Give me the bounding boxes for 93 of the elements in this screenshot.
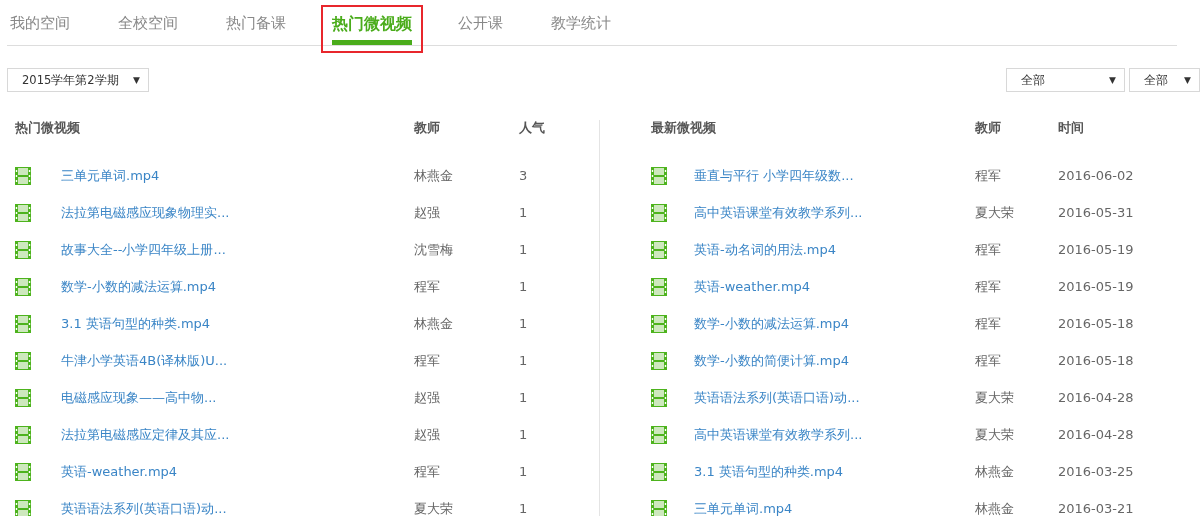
teacher-name: 程军 bbox=[975, 240, 1002, 259]
tab[interactable]: 我的空间 bbox=[10, 7, 70, 45]
view-count: 3 bbox=[519, 168, 528, 183]
film-icon bbox=[651, 314, 667, 333]
film-icon bbox=[651, 166, 667, 185]
tab[interactable]: 公开课 bbox=[458, 7, 503, 45]
upload-date: 2016-05-19 bbox=[1058, 242, 1134, 257]
film-icon bbox=[15, 203, 31, 222]
film-icon bbox=[651, 462, 667, 481]
upload-date: 2016-05-31 bbox=[1058, 205, 1134, 220]
video-link[interactable]: 三单元单词.mp4 bbox=[61, 166, 414, 185]
video-link[interactable]: 数学-小数的减法运算.mp4 bbox=[694, 314, 975, 333]
teacher-name: 夏大荣 bbox=[975, 425, 1015, 444]
teacher-name: 程军 bbox=[414, 277, 441, 296]
video-link[interactable]: 高中英语课堂有效教学系列... bbox=[694, 203, 975, 222]
film-icon bbox=[15, 166, 31, 185]
upload-date: 2016-04-28 bbox=[1058, 427, 1134, 442]
video-link[interactable]: 三单元单词.mp4 bbox=[694, 499, 975, 516]
video-link[interactable]: 电磁感应现象——高中物... bbox=[61, 388, 414, 407]
teacher-name: 林燕金 bbox=[975, 499, 1015, 516]
film-icon bbox=[651, 425, 667, 444]
view-count: 1 bbox=[519, 279, 528, 294]
teacher-name: 夏大荣 bbox=[414, 499, 454, 516]
film-icon bbox=[15, 240, 31, 259]
view-count: 1 bbox=[519, 353, 528, 368]
teacher-name: 程军 bbox=[414, 462, 441, 481]
view-count: 1 bbox=[519, 464, 528, 479]
upload-date: 2016-04-28 bbox=[1058, 390, 1134, 405]
column-header: 教师 bbox=[975, 120, 1002, 137]
film-icon bbox=[651, 203, 667, 222]
teacher-name: 赵强 bbox=[414, 425, 441, 444]
tab[interactable]: 教学统计 bbox=[551, 7, 611, 45]
term-select[interactable]: 2015学年第2学期 ▼ bbox=[7, 68, 149, 92]
tab[interactable]: 热门备课 bbox=[226, 7, 286, 45]
view-count: 1 bbox=[519, 390, 528, 405]
upload-date: 2016-06-02 bbox=[1058, 168, 1134, 183]
tab[interactable]: 全校空间 bbox=[118, 7, 178, 45]
column-header: 热门微视频 bbox=[15, 120, 81, 137]
video-link[interactable]: 数学-小数的减法运算.mp4 bbox=[61, 277, 414, 296]
column-header: 最新微视频 bbox=[651, 120, 717, 137]
teacher-name: 程军 bbox=[975, 166, 1002, 185]
film-icon bbox=[15, 388, 31, 407]
video-link[interactable]: 故事大全--小学四年级上册... bbox=[61, 240, 414, 259]
teacher-name: 夏大荣 bbox=[975, 203, 1015, 222]
teacher-name: 沈雪梅 bbox=[414, 240, 454, 259]
view-count: 1 bbox=[519, 205, 528, 220]
teacher-name: 赵强 bbox=[414, 388, 441, 407]
film-icon bbox=[15, 351, 31, 370]
video-link[interactable]: 法拉第电磁感应现象物理实... bbox=[61, 203, 414, 222]
video-link[interactable]: 英语-weather.mp4 bbox=[694, 277, 975, 296]
video-link[interactable]: 法拉第电磁感应定律及其应... bbox=[61, 425, 414, 444]
view-count: 1 bbox=[519, 427, 528, 442]
video-link[interactable]: 高中英语课堂有效教学系列... bbox=[694, 425, 975, 444]
teacher-name: 林燕金 bbox=[975, 462, 1015, 481]
video-link[interactable]: 英语-weather.mp4 bbox=[61, 462, 414, 481]
column-header: 时间 bbox=[1058, 120, 1084, 137]
teacher-name: 程军 bbox=[975, 277, 1002, 296]
film-icon bbox=[651, 388, 667, 407]
column-header: 教师 bbox=[414, 120, 441, 137]
upload-date: 2016-05-18 bbox=[1058, 353, 1134, 368]
video-link[interactable]: 数学-小数的简便计算.mp4 bbox=[694, 351, 975, 370]
teacher-name: 程军 bbox=[975, 314, 1002, 333]
filter-select[interactable]: 全部 ▼ bbox=[1006, 68, 1125, 92]
video-link[interactable]: 英语语法系列(英语口语)动... bbox=[61, 499, 414, 516]
view-count: 1 bbox=[519, 316, 528, 331]
film-icon bbox=[15, 314, 31, 333]
upload-date: 2016-05-19 bbox=[1058, 279, 1134, 294]
teacher-name: 程军 bbox=[414, 351, 441, 370]
film-icon bbox=[651, 277, 667, 296]
film-icon bbox=[15, 277, 31, 296]
video-link[interactable]: 3.1 英语句型的种类.mp4 bbox=[694, 462, 975, 481]
video-link[interactable]: 垂直与平行 小学四年级数... bbox=[694, 166, 975, 185]
video-link[interactable]: 3.1 英语句型的种类.mp4 bbox=[61, 314, 414, 333]
column-header: 人气 bbox=[519, 120, 545, 137]
film-icon bbox=[651, 240, 667, 259]
upload-date: 2016-03-21 bbox=[1058, 501, 1134, 516]
view-count: 1 bbox=[519, 242, 528, 257]
film-icon bbox=[15, 425, 31, 444]
teacher-name: 赵强 bbox=[414, 203, 441, 222]
video-link[interactable]: 英语-动名词的用法.mp4 bbox=[694, 240, 975, 259]
teacher-name: 林燕金 bbox=[414, 166, 454, 185]
teacher-name: 夏大荣 bbox=[975, 388, 1015, 407]
filter-select[interactable]: 全部 ▼ bbox=[1129, 68, 1200, 92]
tab[interactable]: 热门微视频 bbox=[332, 7, 412, 45]
upload-date: 2016-05-18 bbox=[1058, 316, 1134, 331]
video-link[interactable]: 牛津小学英语4B(译林版)U... bbox=[61, 351, 414, 370]
film-icon bbox=[15, 462, 31, 481]
view-count: 1 bbox=[519, 501, 528, 516]
teacher-name: 程军 bbox=[975, 351, 1002, 370]
upload-date: 2016-03-25 bbox=[1058, 464, 1134, 479]
teacher-name: 林燕金 bbox=[414, 314, 454, 333]
film-icon bbox=[651, 351, 667, 370]
video-link[interactable]: 英语语法系列(英语口语)动... bbox=[694, 388, 975, 407]
